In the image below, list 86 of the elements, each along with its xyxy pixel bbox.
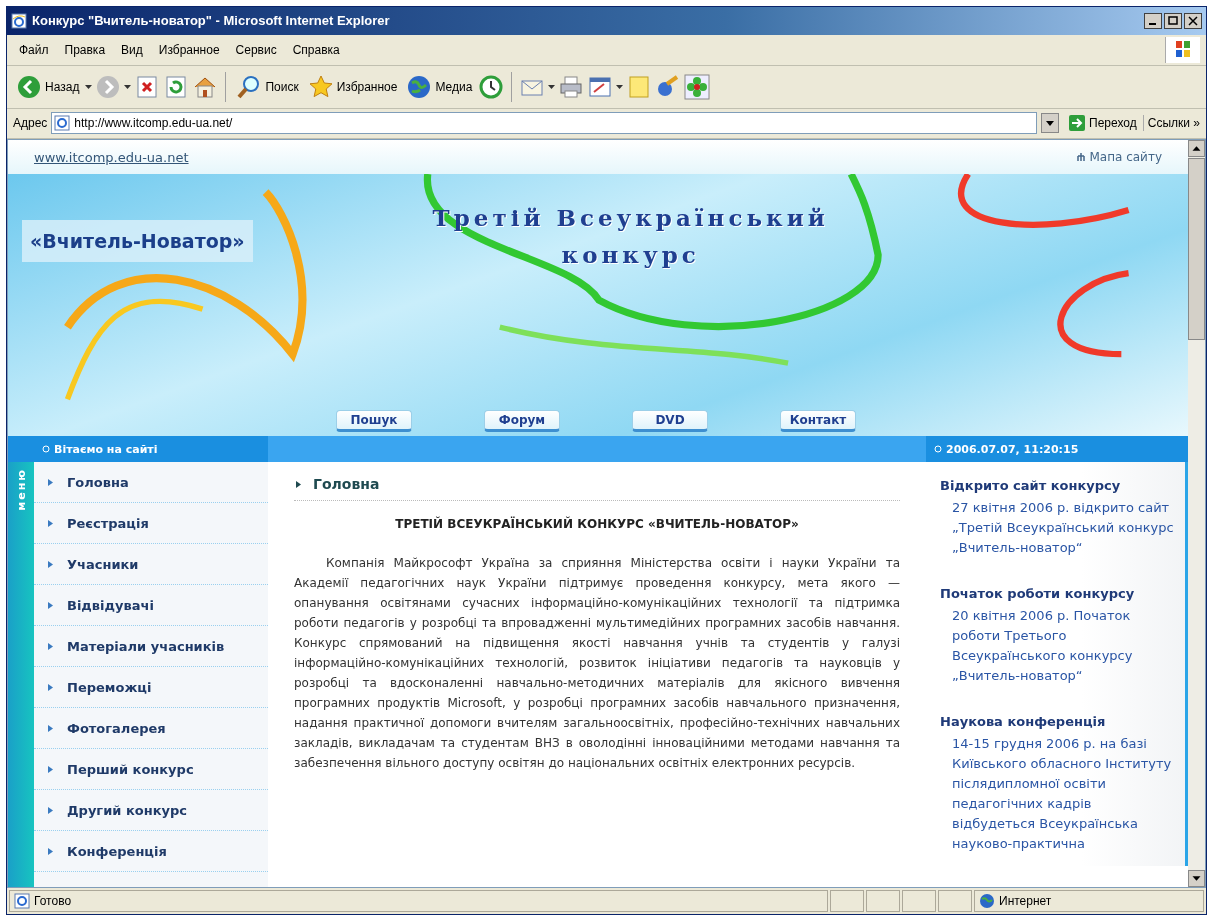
scroll-thumb[interactable]: [1188, 157, 1205, 340]
window-title: Конкурс "Вчитель-новатор" - Microsoft Internet Explorer: [32, 13, 391, 29]
triangle-icon: [48, 683, 53, 691]
nav-button[interactable]: DVD: [632, 410, 708, 433]
welcome-text: Вітаємо на сайті: [54, 442, 158, 456]
sitemap-icon: [1077, 153, 1086, 162]
scroll-down-icon[interactable]: [1188, 870, 1205, 888]
address-label: Адрес: [13, 116, 48, 131]
scroll-up-icon[interactable]: [1188, 140, 1205, 158]
address-field[interactable]: http://www.itcomp.edu-ua.net/: [51, 112, 1038, 135]
logo-text: «Вчитель-Новатор»: [22, 220, 253, 263]
news-title[interactable]: Наукова конференція: [940, 714, 1177, 730]
article-text: Компанія Майкрософт Україна за сприяння Міністерства освіти і науки України та Академії педагогічних наук України підтримує проведення конкурсу, мета якого — опанування освітянами сучасних інформаційно-комунікаційних технології та підтримка роботи педагогів у розробці та впровадженні мультимедійних програмних засобів навчання. Конкурс спрямований на підвищення якості навчання учнів та студентів у галузі інформаційно-комунікаційних технологій, розвиток ініціативи педагогів та науковців у розробці та вдосконаленні навчально-методичних матеріалів для якісного вивчення програмних продуктів Microsoft, у розробці програмних засобів навчального призначення, надання практичної допомоги вчителям загальноосвітніх, професійно-технічних навчальних закладів, викладачам та студентам ВНЗ в оволодінні інноваційними методами навчання та забезпечення вільного доступу освітян до національних освітніх електронних ресурсів.: [294, 555, 900, 773]
news-title[interactable]: Відкрито сайт конкурсу: [940, 478, 1177, 494]
nav-button[interactable]: Форум: [484, 410, 560, 433]
caret-icon[interactable]: [124, 84, 132, 89]
scrollbar[interactable]: [1188, 140, 1205, 888]
caret-icon[interactable]: [548, 84, 556, 89]
bullet-icon: [42, 445, 50, 454]
menu-link[interactable]: Головна: [34, 462, 268, 504]
triangle-icon: [48, 519, 53, 527]
bullet-icon: [934, 445, 942, 454]
menu-link[interactable]: Відвідувачі: [34, 585, 268, 627]
banner-title: конкурс: [561, 241, 700, 269]
arrow-right-icon: [1069, 115, 1086, 132]
menu-label: меню: [14, 468, 28, 512]
menu-link[interactable]: Матеріали учасників: [34, 626, 268, 668]
menu-link[interactable]: Реєстрація: [34, 503, 268, 545]
ie-page-icon: [11, 12, 27, 29]
minimize-icon[interactable]: [1144, 12, 1162, 29]
menu-link[interactable]: Другий конкурс: [34, 790, 268, 832]
toolbar-button[interactable]: Назад: [13, 71, 83, 102]
caret-icon[interactable]: [616, 84, 624, 89]
page-icon: [54, 115, 71, 132]
maximize-icon[interactable]: [1164, 12, 1182, 29]
news-text: 20 квітня 2006 р. Початок роботи Третього Всеукраїнського конкурсу „Вчитель-новатор“: [951, 607, 1134, 686]
breadcrumb: Головна: [313, 476, 380, 493]
news-text: 14-15 грудня 2006 р. на базі Київського обласного Інституту післядипломної освіти педагогічних кадрів відбудеться Всеукраїнська науково-практична: [951, 735, 1173, 854]
menu-item[interactable]: Избранное: [152, 40, 226, 59]
triangle-icon: [48, 847, 53, 855]
triangle-icon: [48, 560, 53, 568]
menu-link[interactable]: Переможці: [34, 667, 268, 709]
menu-item[interactable]: Сервис: [229, 40, 283, 59]
news-text: 27 квітня 2006 р. відкрито сайт „Третій Всеукраїнський конкурс „Вчитель-новатор“: [951, 499, 1175, 558]
menu-link[interactable]: Фотогалерея: [34, 708, 268, 750]
date-time: 2006.07.07, 11:20:15: [946, 442, 1079, 456]
nav-button[interactable]: Пошук: [336, 410, 412, 433]
toolbar-button[interactable]: Избранное: [304, 71, 401, 102]
go-button[interactable]: Переход: [1063, 115, 1144, 132]
triangle-icon: [48, 806, 53, 814]
site-link[interactable]: www.itcomp.edu-ua.net: [34, 149, 189, 165]
menu-item[interactable]: Файл: [13, 40, 55, 59]
star-icon: [307, 73, 334, 100]
triangle-icon: [48, 724, 53, 732]
windows-flag-icon: [1165, 36, 1200, 63]
menu-link[interactable]: Конференція: [34, 831, 268, 873]
zone-text: Интернет: [999, 894, 1052, 909]
news-title[interactable]: Початок роботи конкурсу: [940, 586, 1177, 602]
status-text: Готово: [34, 894, 72, 909]
search-button[interactable]: Поиск: [233, 71, 302, 102]
links-button[interactable]: Ссылки »: [1147, 116, 1200, 131]
triangle-icon: [48, 765, 53, 773]
menu-item[interactable]: Вид: [115, 40, 149, 59]
menu-link[interactable]: Перший конкурс: [34, 749, 268, 791]
triangle-icon: [48, 601, 53, 609]
status-panel: [830, 890, 864, 912]
menu-item[interactable]: Справка: [286, 40, 346, 59]
status-panel: [902, 890, 936, 912]
menu-link[interactable]: Учасники: [34, 544, 268, 586]
status-panel: [938, 890, 972, 912]
nav-button[interactable]: Контакт: [780, 410, 856, 433]
clock-icon[interactable]: [478, 73, 505, 100]
toolbar-button[interactable]: Медиа: [403, 71, 476, 102]
close-icon[interactable]: [1184, 12, 1202, 29]
flower-icon[interactable]: [684, 73, 711, 100]
menu-item[interactable]: Правка: [58, 40, 112, 59]
globe-icon: [979, 893, 995, 910]
sitemap-link[interactable]: Мапа сайту: [1077, 150, 1162, 165]
status-panel: [866, 890, 900, 912]
page-icon: [14, 893, 30, 910]
globe-icon: [406, 73, 433, 100]
article-heading: ТРЕТІЙ ВСЕУКРАЇНСЬКИЙ КОНКУРС «ВЧИТЕЛЬ-НОВАТОР»: [394, 517, 800, 532]
triangle-icon: [296, 480, 301, 488]
caret-icon[interactable]: [85, 84, 93, 89]
triangle-icon: [48, 478, 53, 486]
triangle-icon: [48, 642, 53, 650]
